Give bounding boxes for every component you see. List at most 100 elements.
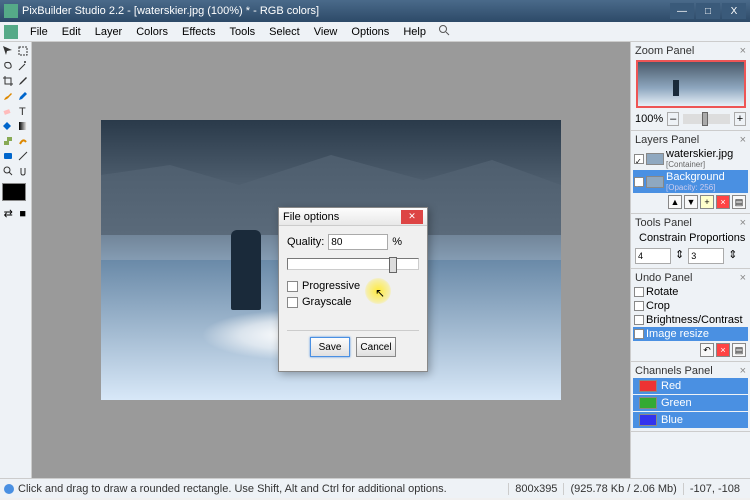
channels-panel: Channels Panel × Red Green Blue <box>631 362 750 432</box>
layer-visibility-checkbox[interactable] <box>634 177 644 187</box>
status-hint: Click and drag to draw a rounded rectang… <box>18 483 508 495</box>
zoom-panel: Zoom Panel× 100% – + <box>631 42 750 131</box>
layer-row[interactable]: Background[Opacity: 256] <box>633 170 748 193</box>
undo-item[interactable]: Image resize <box>633 327 748 341</box>
stepper-icon[interactable]: ⇕ <box>675 248 684 264</box>
tools-panel-title: Tools Panel <box>635 217 692 229</box>
window-close-button[interactable]: X <box>722 3 746 19</box>
channel-swatch-icon <box>639 380 657 392</box>
menu-help[interactable]: Help <box>397 24 432 40</box>
channel-row[interactable]: Green <box>633 395 748 411</box>
undo-checkbox[interactable] <box>634 329 644 339</box>
tools-panel: Tools Panel× Constrain Proportions ⇕ ⇕ <box>631 214 750 269</box>
search-icon[interactable] <box>438 24 450 39</box>
layers-panel: Layers Panel× waterskier.jpg[Container] … <box>631 131 750 214</box>
shape-tool-icon[interactable] <box>2 149 15 162</box>
menu-options[interactable]: Options <box>345 24 395 40</box>
zoom-thumbnail[interactable] <box>636 60 746 108</box>
menu-colors[interactable]: Colors <box>130 24 174 40</box>
undo-checkbox[interactable] <box>634 301 644 311</box>
lasso-tool-icon[interactable] <box>2 59 15 72</box>
undo-panel-close-icon[interactable]: × <box>740 272 746 284</box>
zoom-panel-close-icon[interactable]: × <box>740 45 746 57</box>
default-colors-icon[interactable]: ■ <box>17 207 30 220</box>
menu-edit[interactable]: Edit <box>56 24 87 40</box>
layer-add-button[interactable]: + <box>700 195 714 209</box>
hand-tool-icon[interactable] <box>17 164 30 177</box>
height-input[interactable] <box>688 248 724 264</box>
channel-swatch-icon <box>639 414 657 426</box>
tools-panel-close-icon[interactable]: × <box>740 217 746 229</box>
gradient-tool-icon[interactable] <box>17 119 30 132</box>
undo-checkbox[interactable] <box>634 287 644 297</box>
menu-tools[interactable]: Tools <box>223 24 261 40</box>
undo-clear-button[interactable]: × <box>716 343 730 357</box>
cancel-button[interactable]: Cancel <box>356 337 396 357</box>
layer-down-button[interactable]: ▼ <box>684 195 698 209</box>
layer-row[interactable]: waterskier.jpg[Container] <box>633 147 748 170</box>
smudge-tool-icon[interactable] <box>17 134 30 147</box>
quality-slider-thumb[interactable] <box>389 257 397 273</box>
undo-checkbox[interactable] <box>634 315 644 325</box>
undo-button[interactable]: ↶ <box>700 343 714 357</box>
width-input[interactable] <box>635 248 671 264</box>
menu-file[interactable]: File <box>24 24 54 40</box>
menu-select[interactable]: Select <box>263 24 306 40</box>
move-tool-icon[interactable] <box>2 44 15 57</box>
zoom-in-button[interactable]: + <box>734 112 746 126</box>
status-coords: -107, -108 <box>683 483 746 495</box>
undo-item[interactable]: Rotate <box>633 285 748 299</box>
layer-meta: [Container] <box>666 160 733 169</box>
channels-panel-title: Channels Panel <box>635 365 713 377</box>
progressive-label: Progressive <box>302 280 360 292</box>
clone-tool-icon[interactable] <box>2 134 15 147</box>
menu-view[interactable]: View <box>308 24 344 40</box>
text-tool-icon[interactable]: T <box>17 104 30 117</box>
undo-label: Crop <box>646 300 670 312</box>
minimize-button[interactable]: — <box>670 3 694 19</box>
crop-tool-icon[interactable] <box>2 74 15 87</box>
wand-tool-icon[interactable] <box>17 59 30 72</box>
layer-menu-button[interactable]: ▤ <box>732 195 746 209</box>
marquee-tool-icon[interactable] <box>17 44 30 57</box>
layers-panel-title: Layers Panel <box>635 134 699 146</box>
undo-menu-button[interactable]: ▤ <box>732 343 746 357</box>
eraser-tool-icon[interactable] <box>2 104 15 117</box>
layer-delete-button[interactable]: × <box>716 195 730 209</box>
undo-item[interactable]: Crop <box>633 299 748 313</box>
save-button[interactable]: Save <box>310 337 350 357</box>
right-panels: Zoom Panel× 100% – + Layers Panel × water… <box>630 42 750 478</box>
menu-effects[interactable]: Effects <box>176 24 221 40</box>
quality-slider[interactable] <box>287 258 419 270</box>
menu-layer[interactable]: Layer <box>89 24 129 40</box>
channel-swatch-icon <box>639 397 657 409</box>
quality-input[interactable] <box>328 234 388 250</box>
zoom-out-button[interactable]: – <box>667 112 679 126</box>
eyedropper-tool-icon[interactable] <box>17 74 30 87</box>
fill-tool-icon[interactable] <box>2 119 15 132</box>
zoom-slider[interactable] <box>683 114 730 124</box>
channel-row[interactable]: Red <box>633 378 748 394</box>
stepper-icon[interactable]: ⇕ <box>728 248 737 264</box>
channel-label: Red <box>661 380 681 392</box>
undo-item[interactable]: Brightness/Contrast <box>633 313 748 327</box>
workspace[interactable]: File options ✕ Quality: % Progressive Gr… <box>32 42 630 478</box>
progressive-checkbox[interactable] <box>287 281 298 292</box>
channels-panel-close-icon[interactable]: × <box>740 365 746 377</box>
swap-colors-icon[interactable]: ⇄ <box>2 207 15 220</box>
layer-up-button[interactable]: ▲ <box>668 195 682 209</box>
color-swatches[interactable] <box>2 183 26 201</box>
app-menu-icon[interactable] <box>4 25 18 39</box>
layers-panel-close-icon[interactable]: × <box>740 134 746 146</box>
maximize-button[interactable]: □ <box>696 3 720 19</box>
line-tool-icon[interactable] <box>17 149 30 162</box>
grayscale-checkbox[interactable] <box>287 297 298 308</box>
layer-visibility-checkbox[interactable] <box>634 154 644 164</box>
channel-row[interactable]: Blue <box>633 412 748 428</box>
undo-label: Image resize <box>646 328 709 340</box>
pencil-tool-icon[interactable] <box>17 89 30 102</box>
grayscale-label: Grayscale <box>302 296 352 308</box>
brush-tool-icon[interactable] <box>2 89 15 102</box>
zoom-tool-icon[interactable] <box>2 164 15 177</box>
dialog-close-button[interactable]: ✕ <box>401 210 423 224</box>
